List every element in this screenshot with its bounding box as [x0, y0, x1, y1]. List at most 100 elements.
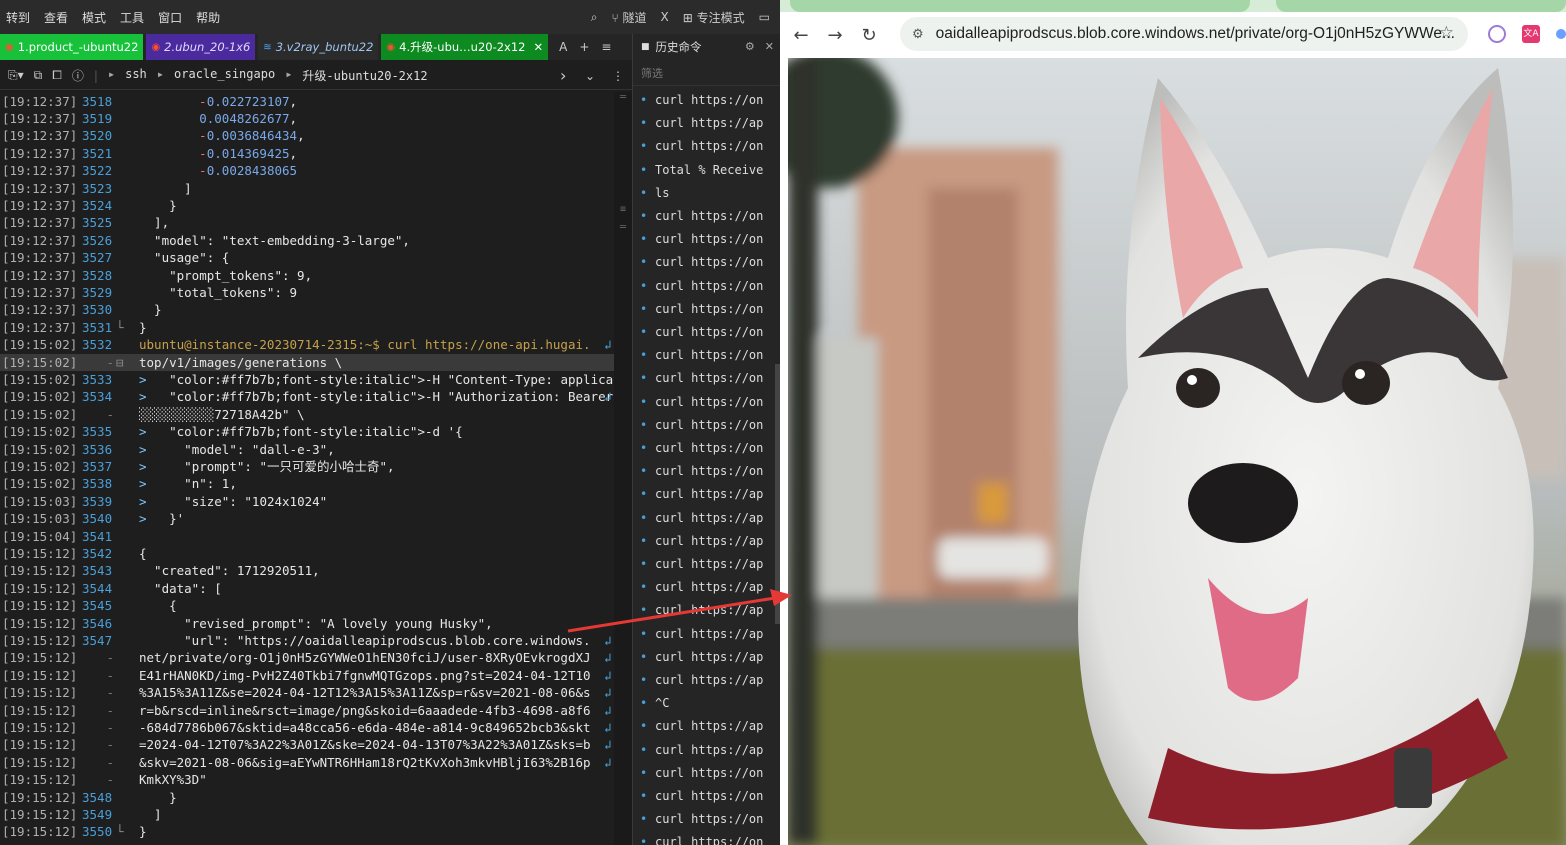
history-filter-input[interactable]: 筛选 [633, 60, 780, 86]
history-item[interactable]: curl https://on [640, 461, 763, 481]
menu-item[interactable]: 工具 [120, 9, 144, 26]
menu-item[interactable]: 转到 [6, 9, 30, 26]
browser-tab[interactable] [1276, 0, 1566, 12]
back-icon[interactable]: ← [784, 25, 818, 46]
history-item[interactable]: curl https://on [640, 90, 763, 110]
history-item[interactable]: ls [640, 183, 670, 203]
address-bar[interactable]: ⚙ oaidalleapiprodscus.blob.core.windows.… [900, 17, 1468, 51]
more-icon[interactable]: ⋮ [612, 69, 624, 83]
forward-icon[interactable]: → [818, 25, 852, 46]
session-tab-label: 2.ubun_20-1x6 [164, 40, 251, 54]
history-item[interactable]: curl https://ap [640, 647, 763, 667]
line-number: 3524 [82, 197, 113, 213]
terminal-line: [19:12:37] 3521 -0.014369425, [0, 145, 614, 162]
history-item[interactable]: curl https://on [640, 345, 763, 365]
session-tab[interactable]: ◉ 1.product_-ubuntu22 [0, 34, 144, 60]
history-title: 历史命令 [655, 40, 702, 54]
history-item[interactable]: curl https://on [640, 809, 763, 829]
translate-extension-icon[interactable]: 文A [1522, 25, 1540, 43]
close-icon[interactable]: ✕ [765, 40, 774, 53]
history-item[interactable]: curl https://on [640, 368, 763, 388]
line-text: { [139, 545, 147, 561]
new-session-icon[interactable]: ⎘▾ [8, 68, 24, 83]
line-number: 3544 [82, 580, 113, 596]
search-icon[interactable]: ⌕ [591, 10, 598, 25]
line-number: 3541 [82, 528, 113, 544]
line-number: - [106, 719, 114, 735]
history-item[interactable]: curl https://on [640, 392, 763, 412]
session-tab[interactable]: ≋ 3.v2ray_buntu22 [258, 34, 379, 60]
chevron-right-icon[interactable]: › [560, 66, 566, 85]
history-item[interactable]: curl https://on [640, 415, 763, 435]
history-item[interactable]: curl https://on [640, 206, 763, 226]
history-item[interactable]: curl https://ap [640, 624, 763, 644]
breadcrumb-item[interactable]: 升级-ubuntu20-2x12 [302, 67, 427, 84]
browser-tab[interactable] [790, 0, 1250, 12]
line-number: 3523 [82, 180, 113, 196]
history-icon: ■ [641, 42, 650, 52]
window-icon[interactable]: ▭ [759, 10, 770, 24]
history-item[interactable]: curl https://ap [640, 508, 763, 528]
history-item[interactable]: curl https://ap [640, 577, 763, 597]
line-number: 3518 [82, 93, 113, 109]
history-item[interactable]: curl https://on [640, 786, 763, 806]
fold-marker[interactable]: ⊟ [116, 354, 130, 371]
history-item[interactable]: curl https://ap [640, 554, 763, 574]
terminal-line: [19:12:37] 3520 -0.0036846434, [0, 127, 614, 144]
line-text: > "color:#ff7b7b;font-style:italic">-d '… [139, 424, 463, 440]
line-text: "total_tokens": 9 [139, 284, 298, 300]
wrap-indicator-icon: ↲ [604, 650, 612, 666]
history-item[interactable]: curl https://on [640, 299, 763, 319]
history-item[interactable]: curl https://ap [640, 484, 763, 504]
timestamp: [19:12:37] [2, 232, 78, 248]
history-item[interactable]: curl https://on [640, 229, 763, 249]
history-item[interactable]: curl https://ap [640, 670, 763, 690]
bookmark-star-icon[interactable]: ☆ [1439, 23, 1454, 43]
reload-icon[interactable]: ↻ [852, 25, 886, 46]
menu-item[interactable]: 帮助 [196, 9, 220, 26]
menu-item[interactable]: 查看 [44, 9, 68, 26]
add-tab-button[interactable]: + [579, 40, 589, 54]
session-toolbar: ⎘▾ ⧉ ⧠ ⓘ | ▸ ssh ▸ oracle_singapo ▸ 升级-ubuntu… [0, 62, 632, 90]
fold-marker[interactable]: └ [116, 319, 130, 336]
terminal-output[interactable]: [19:12:37] 3518 -0.022723107, [19:12:37] 35… [0, 92, 614, 845]
chevron-down-icon[interactable]: ⌄ [585, 69, 595, 83]
line-number: - [106, 737, 114, 753]
font-button[interactable]: A [559, 40, 567, 54]
extension-icon[interactable] [1488, 25, 1506, 43]
fold-marker[interactable]: └ [116, 823, 130, 840]
history-item[interactable]: curl https://on [640, 322, 763, 342]
history-item[interactable]: curl https://ap [640, 740, 763, 760]
history-item[interactable]: curl https://on [640, 252, 763, 272]
menu-item[interactable]: 模式 [82, 9, 106, 26]
duplicate-icon[interactable]: ⧉ [34, 68, 43, 83]
history-item[interactable]: curl https://on [640, 763, 763, 783]
info-icon[interactable]: ⓘ [72, 67, 84, 84]
terminal-scrollbar[interactable]: ═ ≡ ═ [614, 92, 632, 845]
history-item[interactable]: curl https://ap [640, 113, 763, 133]
gear-icon[interactable]: ⚙ [745, 40, 755, 53]
menu-item[interactable]: 窗口 [158, 9, 182, 26]
session-tab[interactable]: ◉ 4.升级-ubu…u20-2x12 ✕ [381, 34, 549, 60]
x-button[interactable]: X [661, 10, 669, 24]
tab-menu-button[interactable]: ≡ [601, 40, 611, 54]
site-settings-icon[interactable]: ⚙ [912, 26, 924, 42]
history-item[interactable]: curl https://ap [640, 600, 763, 620]
history-item[interactable]: curl https://ap [640, 531, 763, 551]
history-item[interactable]: curl https://on [640, 832, 763, 845]
breadcrumb-item[interactable]: ssh [125, 67, 147, 84]
focus-mode-button[interactable]: ⊞ 专注模式 [683, 9, 745, 26]
history-item[interactable]: Total % Receive [640, 160, 763, 180]
tunnel-button[interactable]: ⑂ 隧道 [612, 9, 647, 26]
extension-icon[interactable] [1556, 29, 1566, 39]
history-item[interactable]: ^C [640, 693, 670, 713]
breadcrumb-item[interactable]: oracle_singapo [174, 67, 275, 84]
terminal-line: [19:12:37] 3526 "model": "text-embedding-… [0, 232, 614, 249]
history-item[interactable]: curl https://on [640, 438, 763, 458]
copy-icon[interactable]: ⧠ [52, 68, 62, 83]
session-tab[interactable]: ◉ 2.ubun_20-1x6 [146, 34, 256, 60]
history-item[interactable]: curl https://on [640, 136, 763, 156]
history-item[interactable]: curl https://ap [640, 716, 763, 736]
history-item[interactable]: curl https://on [640, 276, 763, 296]
close-tab-icon[interactable]: ✕ [533, 40, 543, 54]
